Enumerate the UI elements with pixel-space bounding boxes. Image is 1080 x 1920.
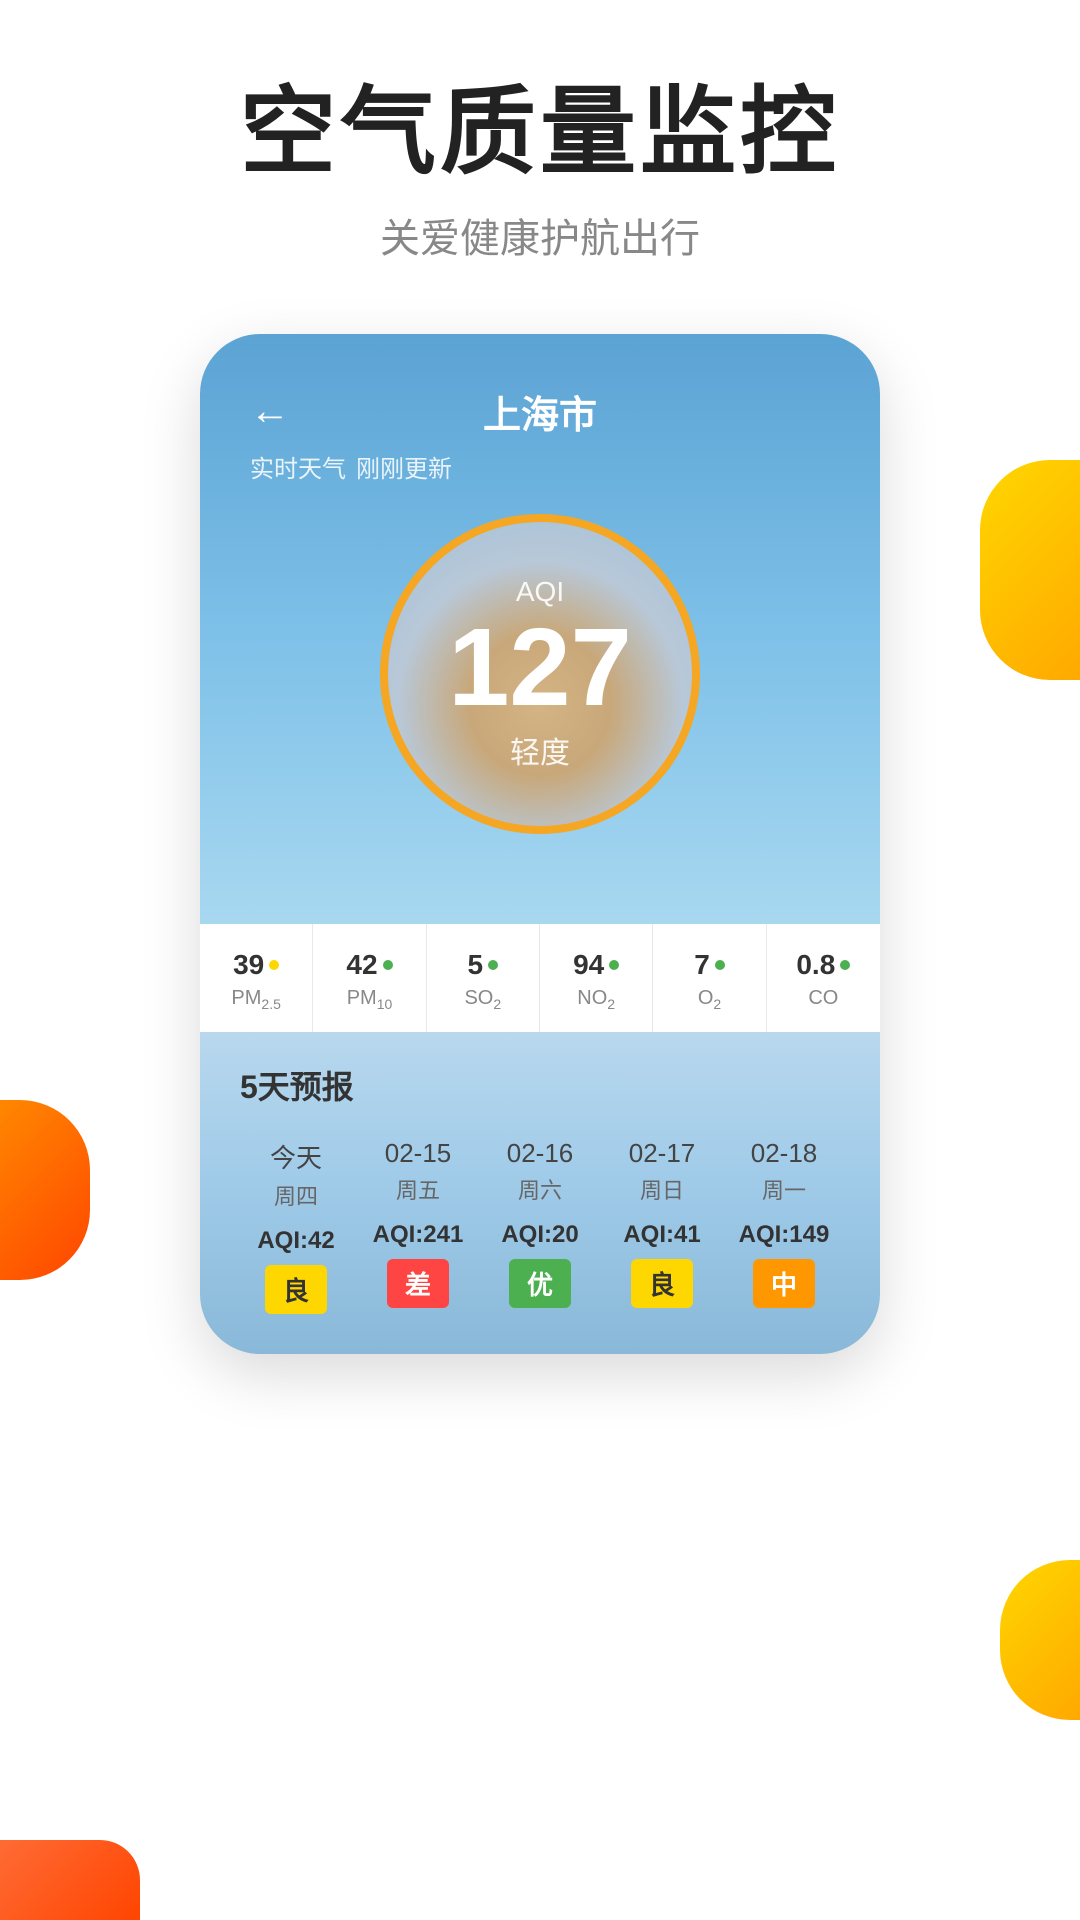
deco-orange-left [0,1100,90,1280]
day3-badge: 良 [631,1259,693,1308]
pollutant-pm25: 39 PM2.5 [200,924,313,1032]
pollutant-co: 0.8 CO [767,924,880,1032]
pm25-name: PM2.5 [215,987,297,1012]
day3-aqi: AQI:41 [606,1221,718,1249]
app-subtitle: 关爱健康护航出行 [60,206,1020,264]
day3-sub: 周日 [606,1173,718,1205]
day4-badge: 中 [753,1259,815,1308]
o2-name: O2 [668,987,750,1012]
so2-dot [488,960,498,970]
aqi-level: 轻度 [510,728,570,772]
phone-frame: ← 上海市 实时天气 刚刚更新 AQI 127 轻度 39 PM2.5 [200,334,880,1354]
header-section: 空气质量监控 关爱健康护航出行 [0,0,1080,304]
forecast-grid: 今天 周四 AQI:42 良 02-15 周五 AQI:241 差 02-16 … [240,1138,840,1314]
day2-badge: 优 [509,1259,571,1308]
forecast-day-0: 今天 周四 AQI:42 良 [240,1138,352,1314]
forecast-title: 5天预报 [240,1062,840,1108]
forecast-day-4: 02-18 周一 AQI:149 中 [728,1138,840,1314]
no2-value: 94 [573,949,604,981]
day1-aqi: AQI:241 [362,1221,474,1249]
deco-yellow-top [980,460,1080,680]
co-value: 0.8 [796,949,835,981]
day4-aqi: AQI:149 [728,1221,840,1249]
nav-bar: ← 上海市 [250,384,830,439]
back-button[interactable]: ← [250,389,290,434]
co-name: CO [782,987,865,1010]
pollutant-o2: 7 O2 [653,924,766,1032]
co-dot [840,960,850,970]
aqi-circle: AQI 127 轻度 [380,514,700,834]
forecast-day-3: 02-17 周日 AQI:41 良 [606,1138,718,1314]
day4-name: 02-18 [728,1138,840,1169]
day1-sub: 周五 [362,1173,474,1205]
day0-badge: 良 [265,1265,327,1314]
day0-aqi: AQI:42 [240,1227,352,1255]
pollutant-so2: 5 SO2 [427,924,540,1032]
day1-badge: 差 [387,1259,449,1308]
aqi-text-label: AQI [516,576,564,608]
day1-name: 02-15 [362,1138,474,1169]
deco-red-bottom [0,1840,140,1920]
o2-value: 7 [694,949,710,981]
pm10-name: PM10 [328,987,410,1012]
forecast-day-1: 02-15 周五 AQI:241 差 [362,1138,474,1314]
update-label: 刚刚更新 [356,449,452,484]
pm25-value: 39 [233,949,264,981]
aqi-circle-container: AQI 127 轻度 [250,514,830,834]
pollutant-no2: 94 NO2 [540,924,653,1032]
pm25-dot [269,960,279,970]
forecast-section: 5天预报 今天 周四 AQI:42 良 02-15 周五 AQI:241 差 0… [200,1032,880,1354]
day2-sub: 周六 [484,1173,596,1205]
o2-dot [715,960,725,970]
day2-name: 02-16 [484,1138,596,1169]
app-title: 空气质量监控 [60,80,1020,186]
realtime-label: 实时天气 [250,449,346,484]
so2-name: SO2 [442,987,524,1012]
status-bar: 实时天气 刚刚更新 [250,449,830,484]
day0-name: 今天 [240,1138,352,1175]
aqi-value: 127 [448,613,632,723]
day4-sub: 周一 [728,1173,840,1205]
so2-value: 5 [468,949,484,981]
pm10-dot [383,960,393,970]
no2-dot [609,960,619,970]
no2-name: NO2 [555,987,637,1012]
pollutants-section: 39 PM2.5 42 PM10 5 SO2 [200,924,880,1032]
day3-name: 02-17 [606,1138,718,1169]
day0-sub: 周四 [240,1179,352,1211]
app-top-area: ← 上海市 实时天气 刚刚更新 AQI 127 轻度 [200,334,880,924]
deco-yellow-right [1000,1560,1080,1720]
pollutants-grid: 39 PM2.5 42 PM10 5 SO2 [200,924,880,1032]
city-title: 上海市 [483,384,597,439]
pm10-value: 42 [346,949,377,981]
pollutant-pm10: 42 PM10 [313,924,426,1032]
forecast-day-2: 02-16 周六 AQI:20 优 [484,1138,596,1314]
day2-aqi: AQI:20 [484,1221,596,1249]
